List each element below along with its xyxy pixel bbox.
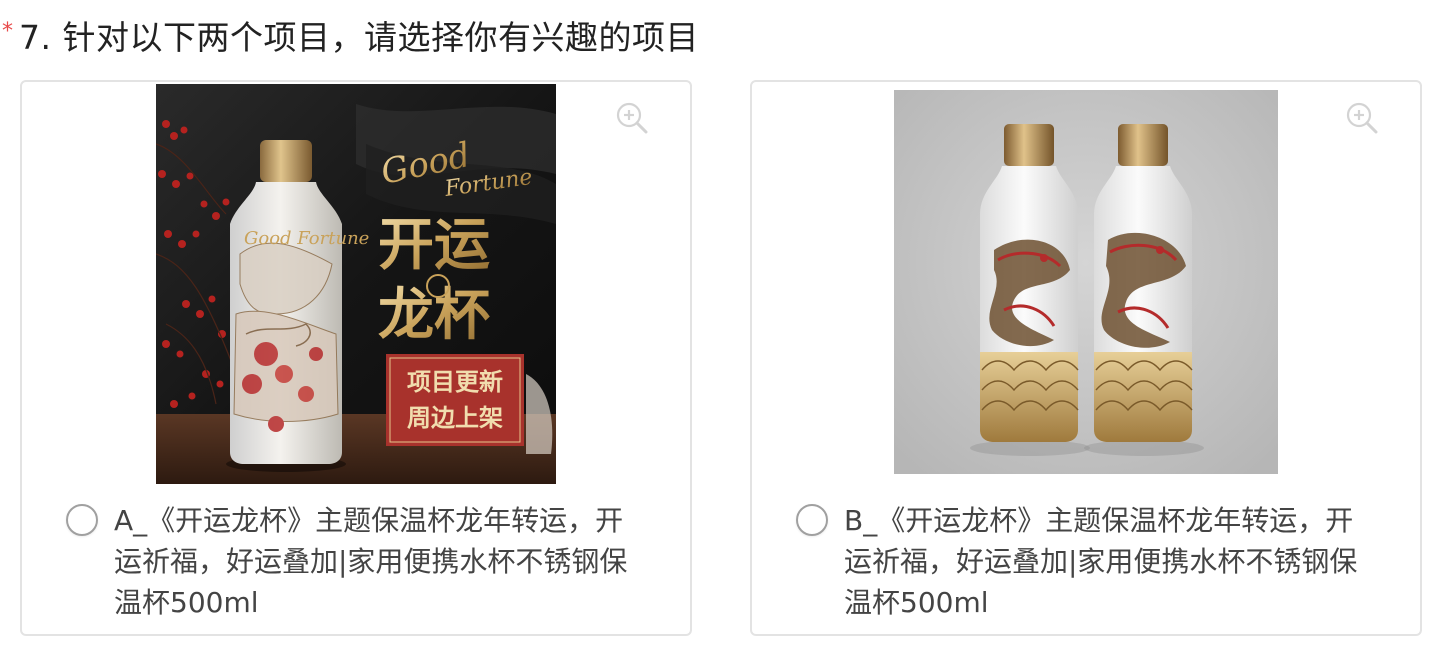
option-a-image: Good Fortune Good Fortune 开运 龙杯 项目更新 周边上…	[156, 84, 556, 484]
svg-text:项目更新: 项目更新	[407, 367, 503, 396]
option-b-image	[894, 90, 1278, 474]
option-a-label-row[interactable]: A_《开运龙杯》主题保温杯龙年转运，开运祈福，好运叠加|家用便携水杯不锈钢保温杯…	[66, 500, 646, 623]
required-mark: *	[2, 18, 13, 44]
svg-text:Good Fortune: Good Fortune	[244, 228, 369, 249]
option-b-label-row[interactable]: B_《开运龙杯》主题保温杯龙年转运，开运祈福，好运叠加|家用便携水杯不锈钢保温杯…	[796, 500, 1376, 623]
option-card-b[interactable]: B_《开运龙杯》主题保温杯龙年转运，开运祈福，好运叠加|家用便携水杯不锈钢保温杯…	[750, 80, 1422, 636]
zoom-in-icon[interactable]	[1344, 100, 1380, 136]
option-list: Good Fortune Good Fortune 开运 龙杯 项目更新 周边上…	[20, 80, 1424, 640]
option-b-label[interactable]: B_《开运龙杯》主题保温杯龙年转运，开运祈福，好运叠加|家用便携水杯不锈钢保温杯…	[844, 500, 1364, 623]
zoom-in-icon[interactable]	[614, 100, 650, 136]
question-title: 7. 针对以下两个项目，请选择你有兴趣的项目	[19, 18, 699, 57]
question-header: * 7. 针对以下两个项目，请选择你有兴趣的项目	[0, 10, 699, 60]
option-card-a[interactable]: Good Fortune Good Fortune 开运 龙杯 项目更新 周边上…	[20, 80, 692, 636]
option-a-label[interactable]: A_《开运龙杯》主题保温杯龙年转运，开运祈福，好运叠加|家用便携水杯不锈钢保温杯…	[114, 500, 634, 623]
svg-text:开运: 开运	[378, 212, 490, 278]
svg-text:周边上架: 周边上架	[407, 403, 503, 432]
radio-button-a[interactable]	[66, 504, 98, 536]
radio-button-b[interactable]	[796, 504, 828, 536]
svg-text:龙杯: 龙杯	[378, 282, 490, 348]
